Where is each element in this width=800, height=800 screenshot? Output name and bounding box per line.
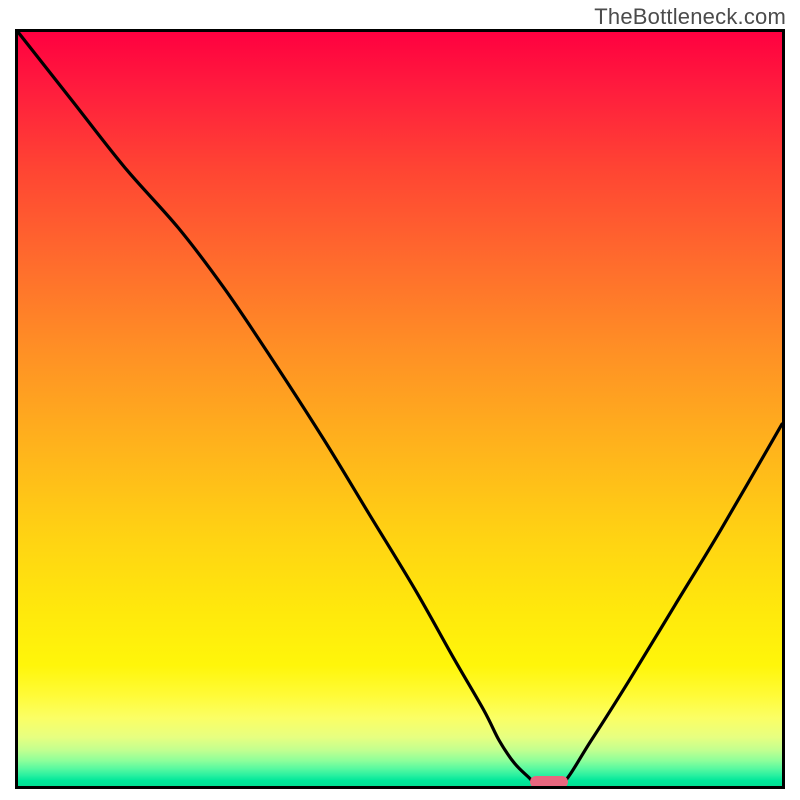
optimum-marker [530,776,568,788]
watermark-label: TheBottleneck.com [594,4,786,30]
curve-path [18,32,782,786]
chart-container: TheBottleneck.com [0,0,800,800]
bottleneck-curve [18,32,782,786]
plot-area [15,29,785,789]
